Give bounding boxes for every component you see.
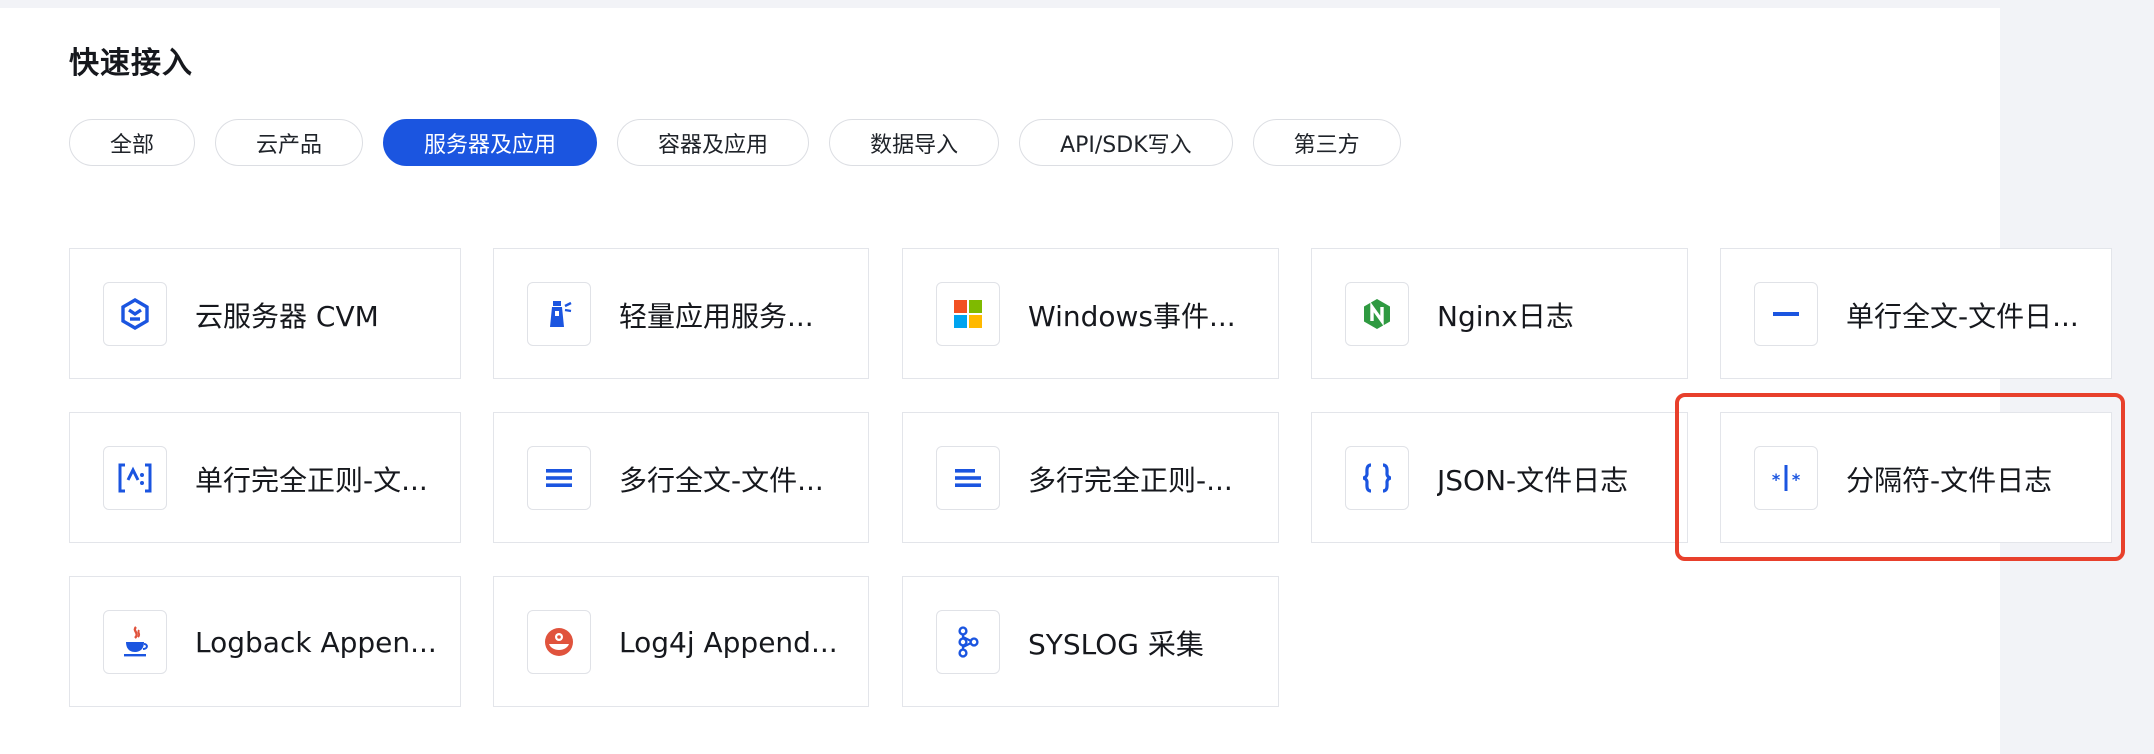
card-label: 轻量应用服务...	[619, 299, 814, 333]
card-json[interactable]: JSON-文件日志	[1311, 412, 1688, 543]
json-icon	[1345, 446, 1409, 510]
lighthouse-icon	[527, 282, 591, 346]
card-single-line-regex[interactable]: 单行完全正则-文...	[69, 412, 461, 543]
svg-text:*: *	[1772, 470, 1781, 489]
card-syslog[interactable]: SYSLOG 采集	[902, 576, 1279, 707]
delimiter-icon: * *	[1754, 446, 1818, 510]
section-title: 快速接入	[69, 46, 193, 81]
nginx-icon	[1345, 282, 1409, 346]
card-delimiter[interactable]: * * 分隔符-文件日志	[1720, 412, 2112, 543]
card-label: Nginx日志	[1437, 299, 1574, 333]
filter-tabs: 全部 云产品 服务器及应用 容器及应用 数据导入 API/SDK写入 第三方	[69, 119, 1401, 166]
multi-line-icon	[527, 446, 591, 510]
log4j-icon	[527, 610, 591, 674]
card-label: JSON-文件日志	[1437, 463, 1629, 497]
card-label: 多行完全正则-...	[1028, 463, 1233, 497]
filter-cloud-products[interactable]: 云产品	[215, 119, 364, 166]
card-lighthouse[interactable]: 轻量应用服务...	[493, 248, 869, 379]
filter-api-sdk[interactable]: API/SDK写入	[1019, 119, 1233, 166]
java-icon	[103, 610, 167, 674]
card-windows-event[interactable]: Windows事件...	[902, 248, 1279, 379]
filter-servers-apps[interactable]: 服务器及应用	[383, 119, 598, 166]
svg-text:*: *	[1792, 470, 1801, 489]
windows-icon	[936, 282, 1000, 346]
card-single-line[interactable]: 单行全文-文件日...	[1720, 248, 2112, 379]
filter-all[interactable]: 全部	[69, 119, 196, 166]
multi-line-regex-icon	[936, 446, 1000, 510]
card-label: 单行完全正则-文...	[195, 463, 428, 497]
card-logback[interactable]: Logback Appen...	[69, 576, 461, 707]
cvm-icon	[103, 282, 167, 346]
quick-access-panel: 快速接入 全部 云产品 服务器及应用 容器及应用 数据导入 API/SDK写入 …	[0, 8, 2112, 754]
single-line-icon	[1754, 282, 1818, 346]
card-label: 云服务器 CVM	[195, 299, 379, 333]
card-label: SYSLOG 采集	[1028, 627, 1204, 661]
card-label: 分隔符-文件日志	[1846, 463, 2053, 497]
card-cvm[interactable]: 云服务器 CVM	[69, 248, 461, 379]
card-label: 单行全文-文件日...	[1846, 299, 2079, 333]
card-multi-line-regex[interactable]: 多行完全正则-...	[902, 412, 1279, 543]
card-log4j[interactable]: Log4j Append...	[493, 576, 869, 707]
card-label: 多行全文-文件...	[619, 463, 824, 497]
filter-containers-apps[interactable]: 容器及应用	[617, 119, 810, 166]
card-label: Logback Appen...	[195, 626, 437, 659]
card-multi-line[interactable]: 多行全文-文件...	[493, 412, 869, 543]
card-label: Windows事件...	[1028, 299, 1236, 333]
regex-icon	[103, 446, 167, 510]
filter-third-party[interactable]: 第三方	[1252, 119, 1401, 166]
filter-data-import[interactable]: 数据导入	[829, 119, 1000, 166]
card-nginx[interactable]: Nginx日志	[1311, 248, 1688, 379]
syslog-icon	[936, 610, 1000, 674]
card-label: Log4j Append...	[619, 626, 838, 659]
